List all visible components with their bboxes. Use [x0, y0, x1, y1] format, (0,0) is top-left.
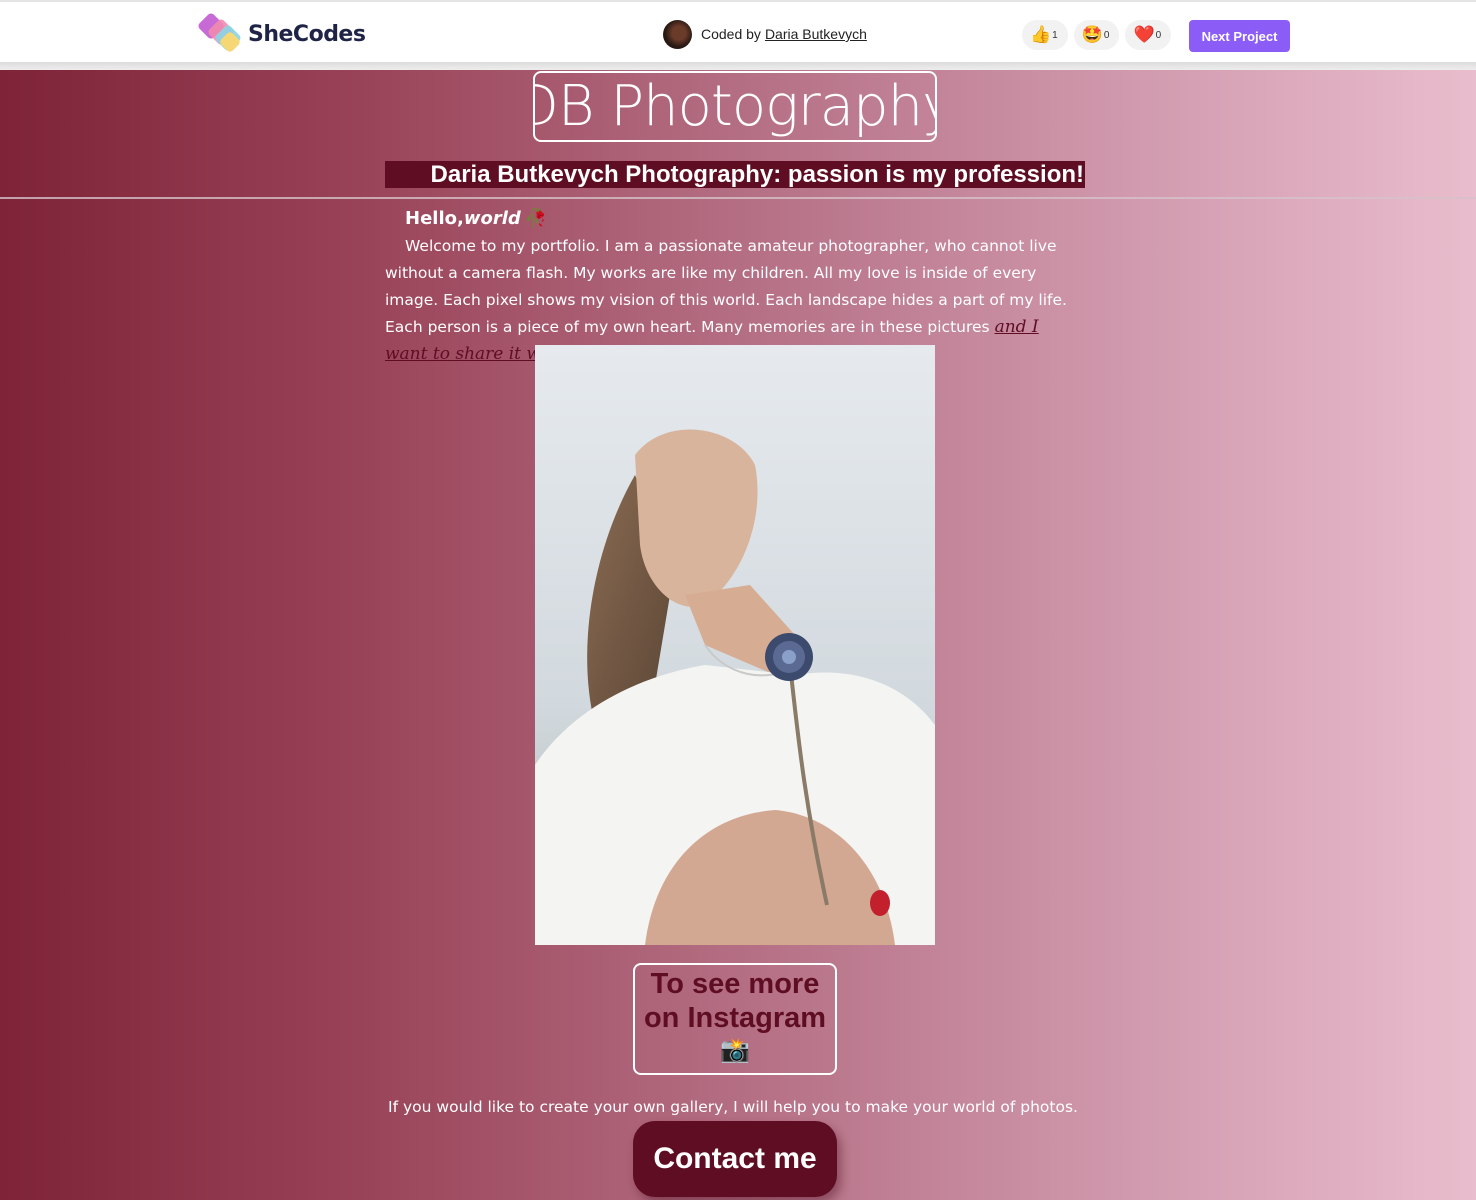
reaction-heart[interactable]: ❤️ 0 — [1125, 20, 1172, 50]
coded-by: Coded by Daria Butkevych — [663, 19, 867, 49]
reactions: 👍 1 🤩 0 ❤️ 0 — [1022, 20, 1172, 50]
portfolio-photo — [535, 345, 935, 945]
top-bar: SheCodes Coded by Daria Butkevych 👍 1 🤩 … — [0, 0, 1476, 70]
hello-heading: Hello,world 🥀 — [405, 208, 547, 229]
avatar — [663, 19, 692, 49]
next-project-button[interactable]: Next Project — [1189, 20, 1290, 52]
help-text: If you would like to create your own gal… — [388, 1098, 1078, 1116]
world-text: world — [463, 208, 521, 229]
camera-flash-icon: 📸 — [720, 1037, 750, 1064]
reaction-count: 1 — [1052, 29, 1058, 41]
heart-icon: ❤️ — [1133, 25, 1155, 44]
instagram-button[interactable]: To see more on Instagram 📸 — [633, 963, 837, 1075]
divider — [0, 197, 1476, 199]
rose-icon: 🥀 — [524, 208, 548, 229]
reaction-thumbs-up[interactable]: 👍 1 — [1022, 20, 1068, 50]
reaction-count: 0 — [1103, 29, 1110, 41]
author-link[interactable]: Daria Butkevych — [765, 26, 867, 42]
instagram-label: To see more on Instagram — [643, 968, 827, 1034]
logo-text: SheCodes — [248, 21, 366, 47]
star-struck-icon: 🤩 — [1081, 25, 1103, 44]
coded-by-label: Coded by — [701, 26, 761, 42]
thumbs-up-icon: 👍 — [1030, 25, 1052, 44]
portfolio-page: DB Photography Daria Butkevych Photograp… — [0, 70, 1476, 1200]
page-subtitle: Daria Butkevych Photography: passion is … — [385, 161, 1085, 188]
shecodes-logo-icon — [196, 11, 246, 56]
intro-text: Welcome to my portfolio. I am a passiona… — [385, 237, 1067, 336]
top-bar-shadow — [0, 62, 1476, 70]
page-title: DB Photography — [533, 71, 937, 142]
contact-button[interactable]: Contact me — [633, 1121, 837, 1197]
hello-text: Hello, — [405, 208, 464, 229]
shecodes-logo[interactable]: SheCodes — [196, 11, 366, 56]
reaction-count: 0 — [1155, 29, 1162, 41]
reaction-star-struck[interactable]: 🤩 0 — [1073, 20, 1120, 50]
